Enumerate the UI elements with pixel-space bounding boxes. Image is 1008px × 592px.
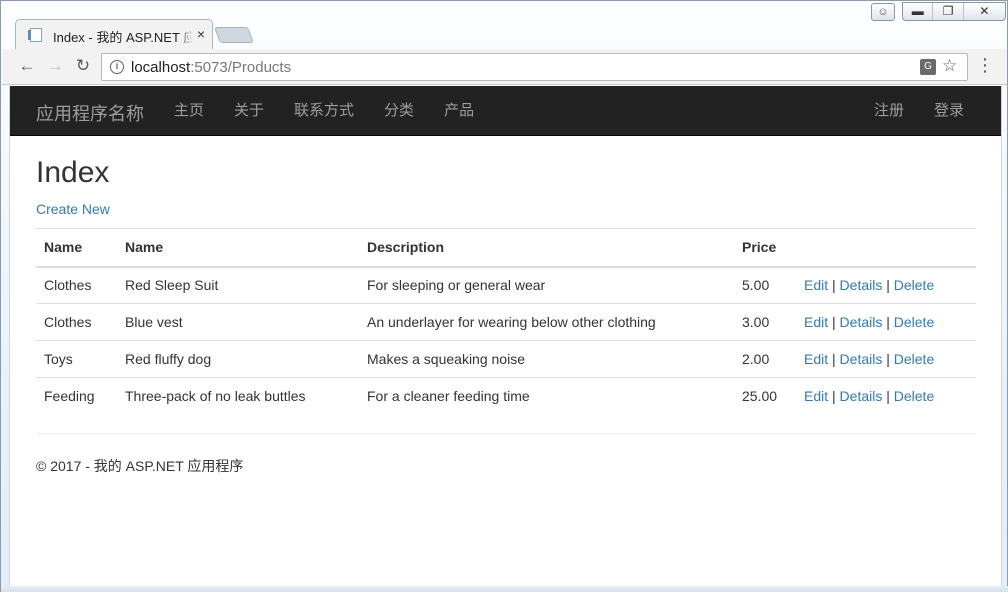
address-bar[interactable]: i localhost:5073/Products G ☆ (101, 53, 968, 81)
navbar-left-menu: 主页 关于 联系方式 分类 产品 (174, 86, 504, 136)
footer-divider (36, 433, 976, 434)
create-new-link[interactable]: Create New (36, 201, 110, 217)
cell-price: 2.00 (734, 340, 796, 378)
translate-icon[interactable]: G (920, 59, 936, 75)
url-host: localhost (131, 59, 191, 76)
nav-item-contact[interactable]: 联系方式 (294, 86, 354, 136)
table-row: Feeding Three-pack of no leak buttles Fo… (36, 377, 976, 415)
edit-link[interactable]: Edit (804, 388, 828, 404)
nav-item-categories[interactable]: 分类 (384, 86, 414, 136)
tab-close-icon[interactable]: × (193, 26, 209, 42)
cell-actions: Edit | Details | Delete (796, 340, 976, 378)
delete-link[interactable]: Delete (894, 388, 934, 404)
back-arrow-icon[interactable]: ← (16, 55, 38, 77)
delete-link[interactable]: Delete (894, 277, 934, 293)
edit-link[interactable]: Edit (804, 314, 828, 330)
cell-actions: Edit | Details | Delete (796, 267, 976, 304)
browser-tab-active[interactable]: Index - 我的 ASP.NET 应 × (15, 19, 213, 50)
table-header-row: Name Name Description Price (36, 228, 976, 268)
cell-name: Red fluffy dog (117, 340, 359, 378)
cell-name: Red Sleep Suit (125, 277, 219, 294)
delete-link[interactable]: Delete (894, 314, 934, 330)
details-link[interactable]: Details (840, 277, 883, 293)
tab-title: Index - 我的 ASP.NET 应 (53, 27, 193, 46)
column-header-actions (796, 228, 976, 268)
tab-strip: Index - 我的 ASP.NET 应 × ☺ ▬ ❐ ✕ (1, 1, 1007, 50)
column-header-category: Name (36, 228, 117, 268)
edit-link[interactable]: Edit (804, 277, 828, 293)
new-tab-button[interactable] (214, 27, 254, 43)
action-separator: | (832, 314, 836, 330)
cell-name: Blue vest (117, 303, 359, 341)
cell-price: 25.00 (734, 377, 796, 415)
details-link[interactable]: Details (840, 351, 883, 367)
table-row: Clothes Blue vest An underlayer for wear… (36, 303, 976, 341)
reload-icon[interactable]: ↻ (72, 55, 94, 77)
column-header-name: Name (117, 228, 359, 268)
details-link[interactable]: Details (840, 388, 883, 404)
column-header-price: Price (734, 228, 796, 268)
cell-category: Toys (36, 340, 117, 378)
profile-icon[interactable]: ☺ (871, 3, 895, 21)
url-path: :5073/Products (190, 59, 292, 76)
products-table: Name Name Description Price Clothes Red … (36, 228, 976, 415)
page-title: Index (36, 156, 110, 189)
url-text[interactable]: localhost:5073/Products (131, 59, 291, 76)
action-separator: | (886, 388, 890, 405)
cell-actions: Edit | Details | Delete (796, 377, 976, 415)
cell-description: For a cleaner feeding time (359, 377, 734, 415)
table-row: Toys Red fluffy dog Makes a squeaking no… (36, 340, 976, 378)
cell-actions: Edit | Details | Delete (796, 303, 976, 341)
bookmark-star-icon[interactable]: ☆ (942, 56, 957, 76)
edit-link[interactable]: Edit (804, 351, 828, 367)
browser-toolbar: ← → ↻ i localhost:5073/Products G ☆ ⋮ (2, 49, 1007, 85)
nav-item-about[interactable]: 关于 (234, 86, 264, 136)
close-window-icon[interactable]: ✕ (964, 3, 1005, 20)
navbar-right-menu: 注册 登录 (874, 86, 994, 136)
delete-link[interactable]: Delete (894, 351, 934, 367)
action-separator: | (832, 277, 836, 294)
footer-copyright: © 2017 - 我的 ASP.NET 应用程序 (36, 458, 244, 474)
window-controls: ▬ ❐ ✕ (902, 2, 1006, 21)
site-info-icon[interactable]: i (110, 60, 124, 74)
page-favicon-icon (28, 28, 42, 42)
nav-item-login[interactable]: 登录 (934, 86, 964, 136)
cell-price: 3.00 (734, 303, 796, 341)
navbar-brand[interactable]: 应用程序名称 (36, 100, 144, 126)
page-viewport: 应用程序名称 主页 关于 联系方式 分类 产品 注册 登录 Index Crea… (9, 86, 1002, 586)
cell-description: For sleeping or general wear (367, 277, 546, 294)
nav-item-products[interactable]: 产品 (444, 86, 474, 136)
details-link[interactable]: Details (840, 314, 883, 330)
action-separator: | (886, 351, 890, 367)
action-separator: | (886, 277, 890, 294)
maximize-icon[interactable]: ❐ (933, 3, 964, 20)
cell-price: 5.00 (742, 277, 770, 294)
cell-description: An underlayer for wearing below other cl… (359, 303, 734, 341)
cell-description: Makes a squeaking noise (359, 340, 734, 378)
table-row: Clothes Red Sleep Suit For sleeping or g… (36, 267, 976, 304)
column-header-description: Description (359, 228, 734, 268)
cell-category: Clothes (44, 277, 92, 294)
browser-menu-icon[interactable]: ⋮ (976, 55, 994, 75)
cell-name: Three-pack of no leak buttles (117, 377, 359, 415)
window-bottom-border (1, 586, 1008, 592)
site-navbar: 应用程序名称 主页 关于 联系方式 分类 产品 注册 登录 (10, 86, 1001, 136)
minimize-icon[interactable]: ▬ (903, 3, 934, 20)
browser-window: Index - 我的 ASP.NET 应 × ☺ ▬ ❐ ✕ ← → ↻ i l… (0, 0, 1008, 592)
forward-arrow-icon[interactable]: → (44, 55, 66, 77)
nav-item-home[interactable]: 主页 (174, 86, 204, 136)
cell-category: Feeding (36, 377, 117, 415)
nav-item-register[interactable]: 注册 (874, 86, 904, 136)
action-separator: | (886, 314, 890, 330)
action-separator: | (832, 388, 836, 405)
action-separator: | (832, 351, 836, 367)
cell-category: Clothes (36, 303, 117, 341)
